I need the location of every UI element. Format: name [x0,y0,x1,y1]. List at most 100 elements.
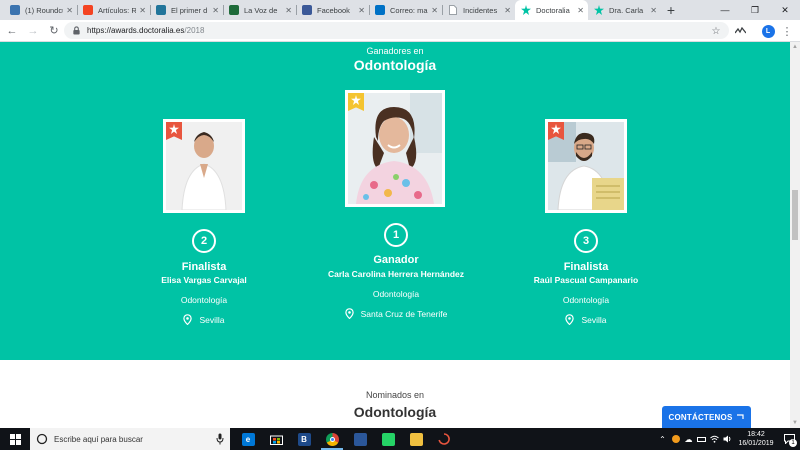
page-viewport: Ganadores en Odontología 2 Finalista Eli… [0,42,790,428]
tab-close-icon[interactable]: ✕ [358,6,365,15]
start-button[interactable] [0,428,30,450]
taskbar-app[interactable]: e [234,428,262,450]
browser-tab[interactable]: Facebook ✕ [296,0,369,20]
tab-close-icon[interactable]: ✕ [139,6,146,15]
reload-button[interactable]: ↻ [45,22,63,40]
scroll-up-arrow[interactable]: ▲ [790,42,800,52]
new-tab-button[interactable]: + [661,0,681,20]
browser-toolbar: ← → ↻ https://awards.doctoralia.es/2018 … [0,20,800,42]
back-button[interactable]: ← [3,22,21,40]
roundcube-icon [10,5,20,15]
browser-tab[interactable]: Correo: mar ✕ [369,0,442,20]
chrome-icon [325,432,339,446]
tab-title: El primer d [171,5,208,15]
url-host: https://awards.doctoralia.es [87,26,185,35]
scrollbar-thumb[interactable] [792,190,798,240]
tray-app-icon[interactable] [669,428,682,450]
doctoralia-icon [594,5,604,15]
doctor-photo[interactable] [345,90,445,207]
taskbar-app[interactable] [430,428,458,450]
browser-tab[interactable]: Incidentes ✕ [442,0,515,20]
menu-kebab-icon[interactable]: ⋮ [782,24,793,38]
award-status: Finalista [563,261,609,273]
browser-tab[interactable]: La Voz de ✕ [223,0,296,20]
doctoralia-star-icon [551,124,561,134]
doctor-name[interactable]: Raúl Pascual Campanario [471,275,701,285]
contact-button[interactable]: CONTÁCTENOS [662,406,751,428]
wifi-icon[interactable] [708,428,721,450]
bookmark-star-icon[interactable]: ☆ [710,24,722,38]
tab-title: Correo: mar [390,5,429,15]
explorer-icon [409,432,423,446]
taskbar-app[interactable] [402,428,430,450]
url-path: /2018 [184,26,205,35]
browser-tab[interactable]: Doctoralia ✕ [515,0,588,20]
tab-close-icon[interactable]: ✕ [212,6,219,15]
taskbar-app[interactable]: B [290,428,318,450]
taskbar-search-box[interactable]: Escribe aquí para buscar [30,428,230,450]
search-circle-icon [36,433,48,445]
finalist-card-raul[interactable]: 3 Finalista Raúl Pascual Campanario Odon… [471,42,701,360]
whatsapp-icon [381,432,395,446]
edge-icon: e [241,432,255,446]
joomla-icon [83,5,93,15]
doctor-photo[interactable] [545,119,627,213]
browser-tab-strip: (1) Roundcu ✕ Artículos: R ✕ El primer d ✕ La … [0,0,800,20]
taskbar-app[interactable] [318,428,346,450]
volume-icon[interactable] [721,428,734,450]
notepad-icon [353,432,367,446]
doctoralia-star-icon [169,124,179,134]
taskbar-app[interactable] [374,428,402,450]
scroll-down-arrow[interactable]: ▼ [790,418,800,428]
rank-badge: 3 [574,229,598,253]
microphone-icon[interactable] [216,433,224,445]
lavoz-icon [229,5,239,15]
outlook-icon [375,5,385,15]
profile-avatar[interactable]: L [761,24,775,38]
browser-tab[interactable]: El primer d ✕ [150,0,223,20]
tab-close-icon[interactable]: ✕ [577,6,584,15]
tab-close-icon[interactable]: ✕ [285,6,292,15]
wordpress-icon [156,5,166,15]
winners-section: Ganadores en Odontología 2 Finalista Eli… [0,42,790,360]
cloud-icon[interactable]: ☁ [682,428,695,450]
doctor-location: Sevilla [471,314,701,325]
page-scrollbar[interactable]: ▲ ▼ [790,42,800,428]
system-tray: ⌃ ☁ 18:42 16/01/2019 1 [656,428,800,450]
address-bar[interactable]: https://awards.doctoralia.es/2018 [64,22,729,39]
battery-icon[interactable] [695,428,708,450]
windows-logo-icon [9,433,21,445]
extension-icon[interactable] [733,24,747,38]
tab-close-icon[interactable]: ✕ [650,6,657,15]
taskbar-clock[interactable]: 18:42 16/01/2019 [734,430,778,448]
browser-tab[interactable]: (1) Roundcu ✕ [4,0,77,20]
doctoralia-icon [521,5,531,15]
windows-taskbar: Escribe aquí para buscar e B ⌃ ☁ 18:42 16… [0,428,800,450]
facebook-icon [302,5,312,15]
tab-list: (1) Roundcu ✕ Artículos: R ✕ El primer d ✕ La … [4,0,661,20]
tab-title: Facebook [317,5,350,15]
taskbar-app[interactable] [346,428,374,450]
lock-icon [73,26,80,35]
browser-tab[interactable]: Artículos: R ✕ [77,0,150,20]
close-window-button[interactable]: ✕ [770,0,800,20]
doctor-photo[interactable] [163,119,245,213]
maximize-button[interactable]: ❐ [740,0,770,20]
tab-close-icon[interactable]: ✕ [66,6,73,15]
b-app-icon: B [297,432,311,446]
forward-button[interactable]: → [24,22,42,40]
tab-title: Dra. Carla [609,5,644,15]
rank-badge: 2 [192,229,216,253]
tab-close-icon[interactable]: ✕ [431,6,438,15]
tray-expand-icon[interactable]: ⌃ [656,428,669,450]
sync-icon [438,433,451,446]
browser-tab[interactable]: Dra. Carla ✕ [588,0,661,20]
tab-close-icon[interactable]: ✕ [504,6,511,15]
doctoralia-star-icon [351,95,361,105]
minimize-button[interactable]: — [710,0,740,20]
action-center-button[interactable]: 1 [778,428,800,450]
tab-title: Incidentes [463,5,498,15]
map-pin-icon [344,308,354,319]
taskbar-app[interactable] [262,428,290,450]
rank-badge: 1 [384,223,408,247]
